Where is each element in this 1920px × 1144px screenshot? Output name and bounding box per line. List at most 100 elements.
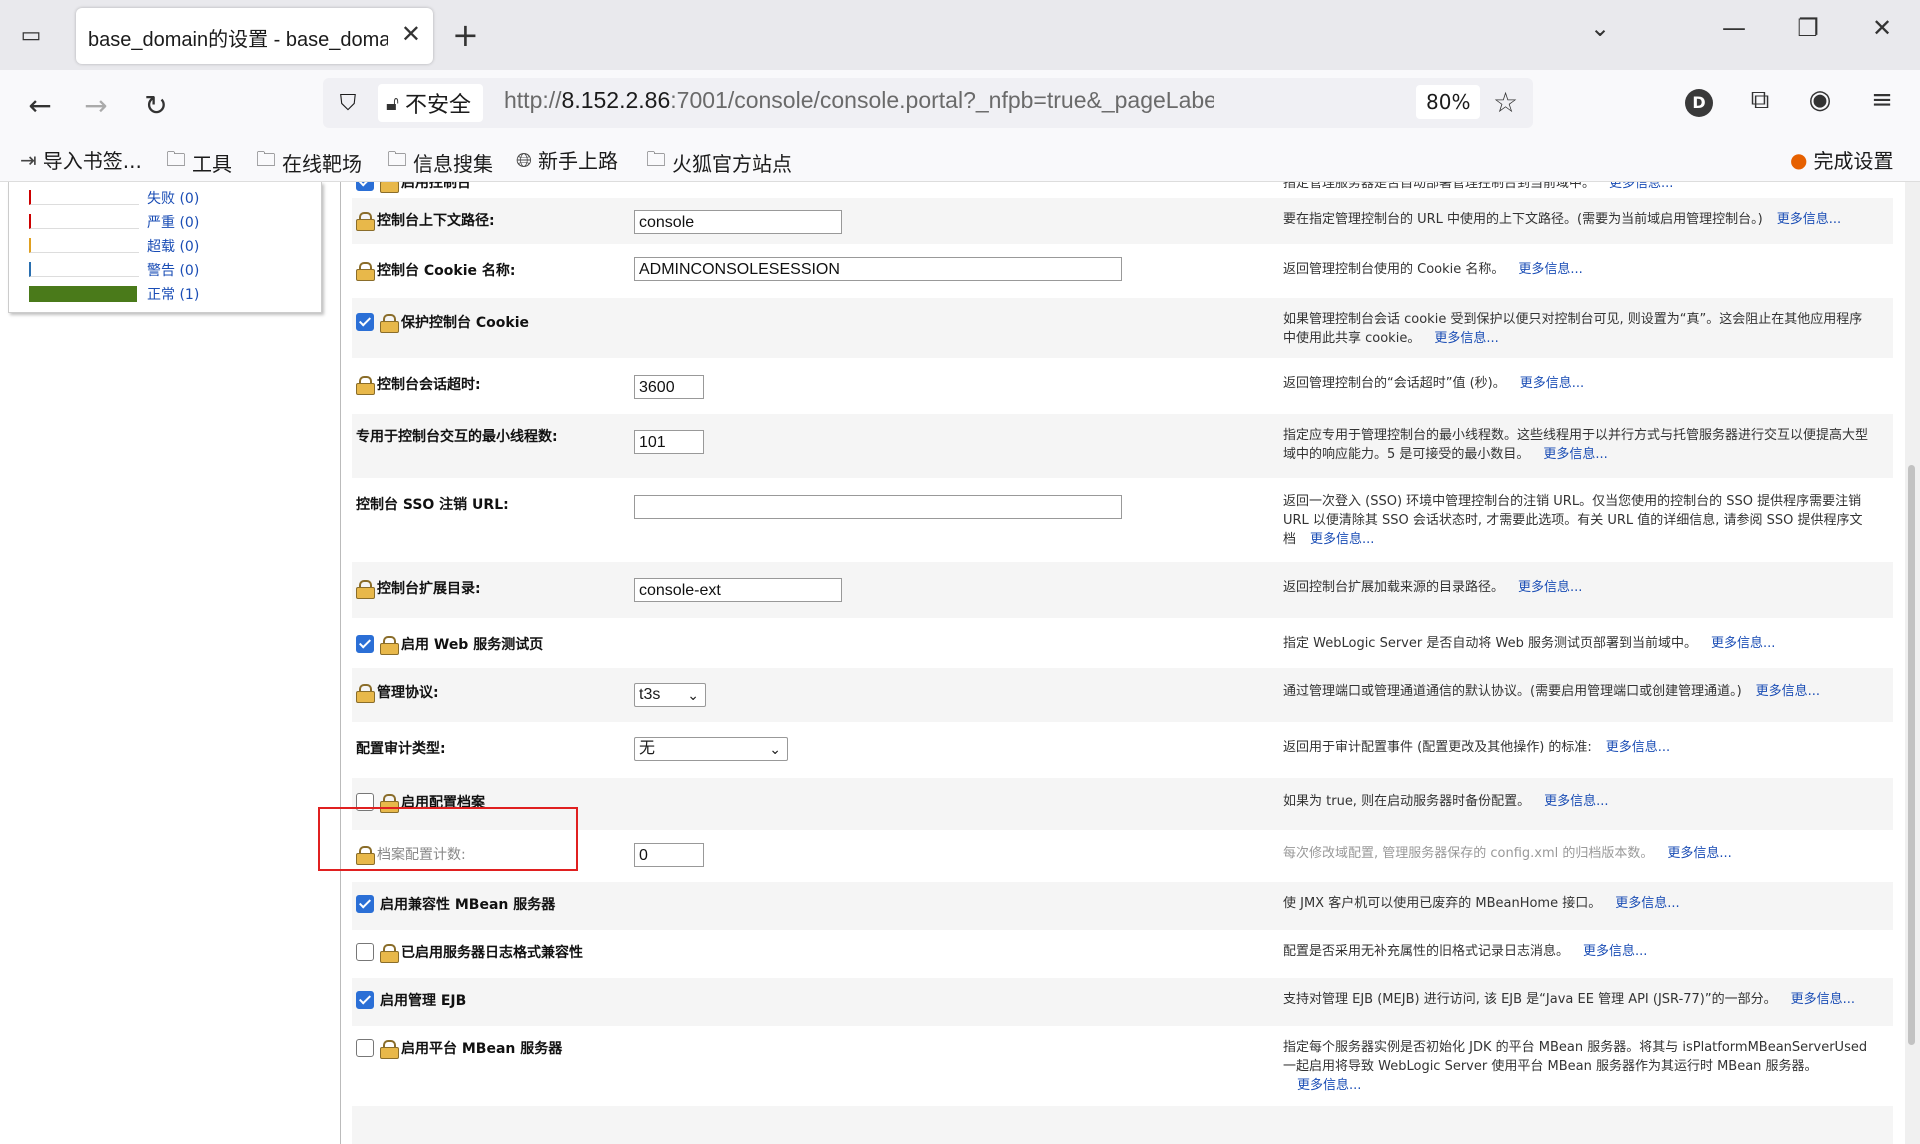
health-link-failed[interactable]: 失败 (0) [147, 188, 199, 208]
minimize-icon[interactable]: — [1714, 14, 1754, 42]
setting-description: 每次修改域配置, 管理服务器保存的 config.xml 的归档版本数。 更多信息… [1283, 844, 1873, 863]
extensions-icon[interactable]: ⧉ [1740, 85, 1780, 116]
more-info-link[interactable]: 更多信息... [1606, 740, 1670, 755]
label-text: 启用平台 MBean 服务器 [401, 1041, 563, 1057]
setting-row-min-threads: 专用于控制台交互的最小线程数: 101 指定应专用于管理控制台的最小线程数。这些… [352, 414, 1893, 478]
more-info-link[interactable]: 更多信息... [1667, 846, 1731, 861]
setting-row-protect-cookie: 保护控制台 Cookie 如果管理控制台会话 cookie 受到保护以便只对控制… [352, 298, 1893, 358]
folder-icon: 🗀︎ [387, 147, 407, 171]
bookmark-finish-setup[interactable]: ● 完成设置 [1790, 145, 1893, 174]
bookmark-online-range[interactable]: 🗀︎ 在线靶场 [256, 145, 362, 179]
context-path-input[interactable]: console [634, 210, 842, 234]
more-info-link[interactable]: 更多信息... [1791, 992, 1855, 1007]
restore-icon[interactable]: ❐ [1788, 14, 1828, 42]
health-row-ok: 正常 (1) [19, 284, 319, 304]
setting-label: 控制台扩展目录: [356, 578, 481, 599]
ext-dir-input[interactable]: console-ext [634, 578, 842, 602]
more-info-link[interactable]: 更多信息... [1711, 636, 1775, 651]
bookmark-star-icon[interactable]: ☆ [1493, 86, 1518, 119]
desc-text: 如果为 true, 则在启动服务器时备份配置。 [1283, 794, 1531, 809]
more-info-link[interactable]: 更多信息... [1518, 580, 1582, 595]
url-bar[interactable]: ⛉ 🔓︎ 不安全 http://8.152.2.86:7001/console/… [323, 78, 1533, 128]
archive-count-input[interactable]: 0 [634, 843, 704, 867]
health-link-critical[interactable]: 严重 (0) [147, 212, 199, 232]
more-info-link[interactable]: 更多信息... [1543, 447, 1607, 462]
setting-description: 配置是否采用无补充属性的旧格式记录日志消息。 更多信息... [1283, 942, 1873, 961]
tab-list-icon[interactable]: ▭ [14, 18, 48, 52]
bookmark-tools[interactable]: 🗀︎ 工具 [166, 145, 232, 179]
more-info-link[interactable]: 更多信息... [1615, 896, 1679, 911]
console-enabled-checkbox[interactable] [356, 182, 374, 191]
setting-row-admin-protocol: 管理协议: t3s ⌄ 通过管理端口或管理通道通信的默认协议。(需要启用管理端口或… [352, 668, 1893, 722]
more-info-link[interactable]: 更多信息... [1310, 532, 1374, 547]
audit-type-select[interactable]: 无 ⌄ [634, 737, 788, 761]
tab-active[interactable]: base_domain的设置 - base_domain ✕ [76, 8, 433, 64]
more-info-link[interactable]: 更多信息... [1544, 794, 1608, 809]
setting-row-cookie-name: 控制台 Cookie 名称: ADMINCONSOLESESSION 返回管理控… [352, 244, 1893, 298]
url-host: 8.152.2.86 [561, 87, 671, 113]
url-text[interactable]: http://8.152.2.86:7001/console/console.p… [504, 87, 1214, 114]
compat-mbean-checkbox[interactable] [356, 895, 374, 913]
setting-label: 控制台 Cookie 名称: [356, 260, 515, 281]
label-text: 启用兼容性 MBean 服务器 [380, 897, 556, 913]
platform-mbean-checkbox[interactable] [356, 1039, 374, 1057]
lock-icon [380, 313, 399, 333]
log-compat-checkbox[interactable] [356, 943, 374, 961]
more-info-link[interactable]: 更多信息... [1520, 376, 1584, 391]
chevron-down-icon[interactable]: ⌄ [1580, 14, 1620, 42]
setting-description: 如果管理控制台会话 cookie 受到保护以便只对控制台可见, 则设置为“真”。… [1283, 310, 1873, 348]
sso-logout-url-input[interactable] [634, 495, 1122, 519]
scrollbar-thumb[interactable] [1908, 465, 1915, 1045]
admin-protocol-select[interactable]: t3s ⌄ [634, 683, 706, 707]
zoom-level[interactable]: 80% [1416, 85, 1481, 119]
cookie-name-input[interactable]: ADMINCONSOLESESSION [634, 257, 1122, 281]
more-info-link[interactable]: 更多信息... [1777, 212, 1841, 227]
health-row-failed: 失败 (0) [19, 188, 319, 208]
insecure-badge[interactable]: 🔓︎ 不安全 [378, 84, 483, 122]
health-link-warning[interactable]: 警告 (0) [147, 260, 199, 280]
web-service-test-checkbox[interactable] [356, 635, 374, 653]
select-value: t3s [639, 686, 661, 703]
forward-icon[interactable]: → [76, 85, 116, 125]
setting-label: 控制台上下文路径: [356, 210, 495, 231]
bookmark-import[interactable]: ⇥ 导入书签... [20, 145, 142, 174]
more-info-link[interactable]: 更多信息... [1434, 331, 1498, 346]
more-info-link[interactable]: 更多信息... [1583, 944, 1647, 959]
setting-label: 启用控制台 [356, 182, 471, 193]
health-bar-ok [29, 286, 137, 302]
new-tab-icon[interactable]: + [452, 16, 479, 54]
lock-icon [380, 635, 399, 655]
more-info-link[interactable]: 更多信息... [1518, 262, 1582, 277]
menu-icon[interactable]: ≡ [1862, 85, 1902, 115]
desc-text: 通过管理端口或管理通道通信的默认协议。(需要启用管理端口或创建管理通道。) [1283, 684, 1742, 699]
back-icon[interactable]: ← [20, 85, 60, 125]
desc-text: 指定每个服务器实例是否初始化 JDK 的平台 MBean 服务器。将其与 isP… [1283, 1040, 1868, 1074]
protect-cookie-checkbox[interactable] [356, 313, 374, 331]
bookmark-getting-started[interactable]: 🌐︎ 新手上路 [516, 145, 618, 174]
more-info-link[interactable]: 更多信息... [1609, 182, 1673, 191]
lock-icon [380, 943, 399, 963]
more-info-link[interactable]: 更多信息... [1756, 684, 1820, 699]
setting-row-compat-mbean: 启用兼容性 MBean 服务器 使 JMX 客户机可以使用已废弃的 MBeanH… [352, 882, 1893, 930]
window-close-icon[interactable]: ✕ [1862, 14, 1902, 42]
bookmark-info-gathering[interactable]: 🗀︎ 信息搜集 [387, 145, 493, 179]
more-info-link[interactable]: 更多信息... [1297, 1078, 1361, 1093]
bookmark-firefox-sites[interactable]: 🗀︎ 火狐官方站点 [646, 145, 792, 179]
setting-description: 返回控制台扩展加载来源的目录路径。 更多信息... [1283, 578, 1873, 597]
min-threads-input[interactable]: 101 [634, 430, 704, 454]
frame-divider [340, 182, 341, 1144]
desc-text: 返回管理控制台的“会话超时”值 (秒)。 [1283, 376, 1506, 391]
setting-row-log-compat: 已启用服务器日志格式兼容性 配置是否采用无补充属性的旧格式记录日志消息。 更多信息… [352, 930, 1893, 978]
close-tab-icon[interactable]: ✕ [401, 20, 421, 48]
mejb-checkbox[interactable] [356, 991, 374, 1009]
shield-icon[interactable]: ⛉ [333, 88, 363, 118]
reload-icon[interactable]: ↻ [136, 85, 176, 125]
import-icon: ⇥ [20, 147, 37, 172]
health-link-overloaded[interactable]: 超载 (0) [147, 236, 199, 256]
session-timeout-input[interactable]: 3600 [634, 375, 704, 399]
account-avatar[interactable]: D [1685, 89, 1713, 117]
health-link-ok[interactable]: 正常 (1) [147, 284, 199, 304]
setting-label: 控制台 SSO 注销 URL: [356, 494, 509, 514]
record-icon[interactable]: ◉ [1800, 85, 1840, 115]
setting-row-ext-dir: 控制台扩展目录: console-ext 返回控制台扩展加载来源的目录路径。 更多… [352, 562, 1893, 618]
